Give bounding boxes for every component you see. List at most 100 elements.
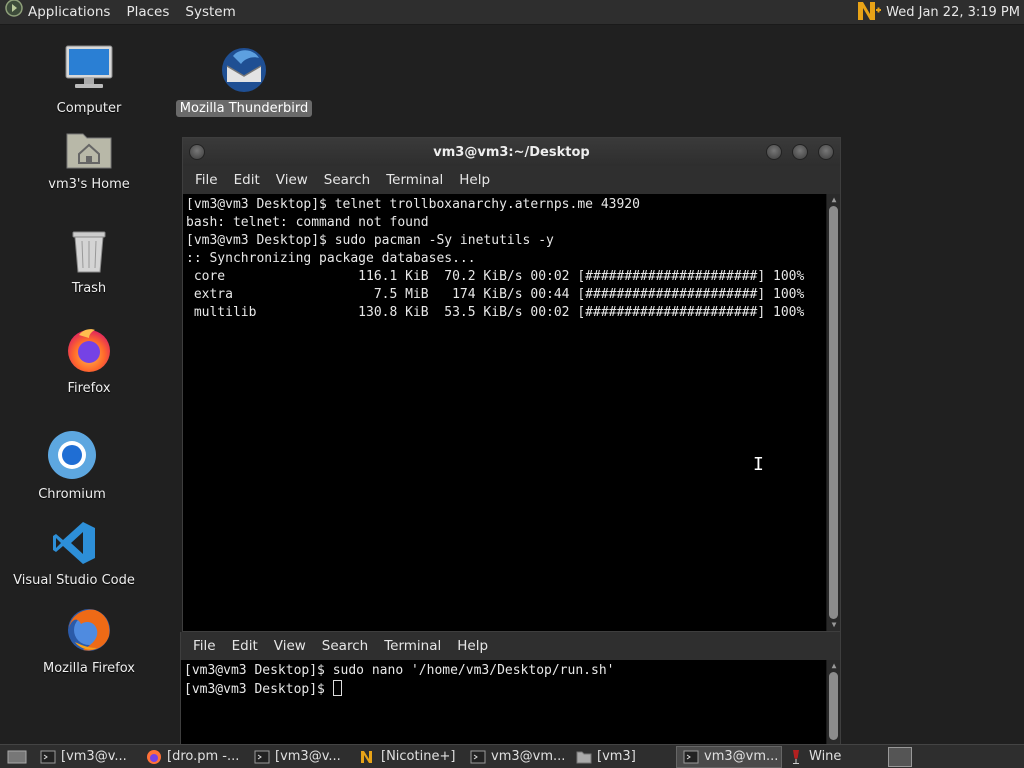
show-desktop-icon[interactable] xyxy=(0,746,34,768)
desktop-icon-trash[interactable]: Trash xyxy=(29,226,149,297)
system-menu[interactable]: System xyxy=(177,0,243,25)
applications-menu[interactable]: Applications xyxy=(0,0,118,25)
terminal-line: [vm3@vm3 Desktop]$ sudo nano '/home/vm3/… xyxy=(184,663,615,678)
task-firefox[interactable]: [dro.pm -... xyxy=(140,746,248,768)
terminal-window-second[interactable]: File Edit View Search Terminal Help [vm3… xyxy=(180,632,841,744)
titlebar[interactable]: vm3@vm3:~/Desktop xyxy=(183,138,840,166)
window-menu-icon[interactable] xyxy=(189,144,205,160)
thunderbird-icon xyxy=(219,46,269,98)
terminal-menubar: File Edit View Search Terminal Help xyxy=(183,166,840,194)
taskbar: [vm3@v... [dro.pm -... [vm3@v... [Nicoti… xyxy=(0,744,1024,768)
terminal-output[interactable]: [vm3@vm3 Desktop]$ sudo nano '/home/vm3/… xyxy=(181,660,840,744)
task-terminal-active[interactable]: vm3@vm... xyxy=(676,745,782,768)
task-label: [vm3@v... xyxy=(61,749,127,764)
top-panel: Applications Places System Wed Jan 22, 3… xyxy=(0,0,1024,25)
nicotine-tray-icon[interactable] xyxy=(856,0,882,26)
terminal-line: bash: telnet: command not found xyxy=(186,215,429,230)
menu-search[interactable]: Search xyxy=(316,172,378,188)
terminal-icon xyxy=(683,749,699,765)
workspace-switcher[interactable] xyxy=(888,746,912,767)
desktop-icon-label: vm3's Home xyxy=(48,177,130,192)
task-label: [Nicotine+] xyxy=(381,749,456,764)
task-terminal-3[interactable]: vm3@vm... xyxy=(464,746,570,768)
task-terminal-1[interactable]: [vm3@v... xyxy=(34,746,140,768)
desktop-icon-label: Computer xyxy=(56,101,122,116)
mozilla-firefox-icon xyxy=(65,606,113,658)
terminal-line: [vm3@vm3 Desktop]$ sudo pacman -Sy inetu… xyxy=(186,233,554,248)
terminal-line: extra 7.5 MiB 174 KiB/s 00:44 [#########… xyxy=(186,287,805,302)
task-label: [dro.pm -... xyxy=(167,749,240,764)
nicotine-icon xyxy=(360,749,376,765)
terminal-scrollbar[interactable]: ▲ ▼ xyxy=(826,194,840,631)
text-cursor-icon: I xyxy=(753,454,764,475)
scroll-thumb[interactable] xyxy=(829,672,838,740)
maximize-icon[interactable] xyxy=(792,144,808,160)
task-label: vm3@vm... xyxy=(704,749,779,764)
menu-file[interactable]: File xyxy=(185,638,224,654)
applications-logo-icon xyxy=(4,0,24,27)
desktop-icon-firefox[interactable]: Firefox xyxy=(29,326,149,397)
desktop-icon-label: Chromium xyxy=(38,487,106,502)
task-nicotine[interactable]: [Nicotine+] xyxy=(354,746,464,768)
desktop-icon-mozilla-firefox[interactable]: Mozilla Firefox xyxy=(29,606,149,677)
menu-terminal[interactable]: Terminal xyxy=(378,172,451,188)
menu-view[interactable]: View xyxy=(266,638,314,654)
terminal-icon xyxy=(40,749,56,765)
desktop-icon-chromium[interactable]: Chromium xyxy=(12,430,132,503)
home-folder-icon xyxy=(65,128,113,174)
task-label: [vm3@v... xyxy=(275,749,341,764)
computer-icon xyxy=(63,44,115,98)
task-label: Wine xyxy=(809,749,842,764)
desktop-icon-home[interactable]: vm3's Home xyxy=(29,128,149,193)
terminal-line: multilib 130.8 KiB 53.5 KiB/s 00:02 [###… xyxy=(186,305,805,320)
menu-help[interactable]: Help xyxy=(449,638,496,654)
menu-edit[interactable]: Edit xyxy=(226,172,268,188)
window-title: vm3@vm3:~/Desktop xyxy=(433,144,590,160)
terminal-window-main[interactable]: vm3@vm3:~/Desktop File Edit View Search … xyxy=(182,137,841,632)
terminal-scrollbar[interactable]: ▲ xyxy=(826,660,840,744)
menu-file[interactable]: File xyxy=(187,172,226,188)
places-menu[interactable]: Places xyxy=(118,0,177,25)
task-wine[interactable]: Wine xyxy=(782,746,882,768)
scroll-down-icon[interactable]: ▼ xyxy=(827,619,840,631)
text-cursor xyxy=(332,680,342,696)
vscode-icon xyxy=(51,520,97,570)
terminal-line: core 116.1 KiB 70.2 KiB/s 00:02 [#######… xyxy=(186,269,805,284)
scroll-up-icon[interactable]: ▲ xyxy=(827,660,840,672)
terminal-menubar: File Edit View Search Terminal Help xyxy=(181,632,840,660)
close-icon[interactable] xyxy=(818,144,834,160)
menu-edit[interactable]: Edit xyxy=(224,638,266,654)
terminal-output[interactable]: [vm3@vm3 Desktop]$ telnet trollboxanarch… xyxy=(183,194,840,631)
task-label: [vm3] xyxy=(597,749,636,764)
menu-view[interactable]: View xyxy=(268,172,316,188)
menu-help[interactable]: Help xyxy=(451,172,498,188)
desktop-icon-label: Visual Studio Code xyxy=(13,573,135,588)
desktop-icon-label: Mozilla Thunderbird xyxy=(175,100,313,117)
terminal-line: :: Synchronizing package databases... xyxy=(186,251,476,266)
task-folder[interactable]: [vm3] xyxy=(570,746,676,768)
firefox-icon xyxy=(65,326,113,378)
desktop-icon-computer[interactable]: Computer xyxy=(29,44,149,117)
desktop-icon-label: Firefox xyxy=(67,381,111,396)
prompt-text: [vm3@vm3 Desktop]$ xyxy=(184,682,333,697)
desktop-icon-label: Mozilla Firefox xyxy=(43,661,135,676)
task-terminal-2[interactable]: [vm3@v... xyxy=(248,746,354,768)
menu-search[interactable]: Search xyxy=(314,638,376,654)
trash-icon xyxy=(69,226,109,278)
desktop-icon-thunderbird[interactable]: Mozilla Thunderbird xyxy=(175,46,313,117)
terminal-line: [vm3@vm3 Desktop]$ xyxy=(184,680,840,699)
applications-menu-label: Applications xyxy=(28,3,111,20)
scroll-up-icon[interactable]: ▲ xyxy=(827,194,840,206)
clock[interactable]: Wed Jan 22, 3:19 PM xyxy=(886,5,1020,20)
firefox-icon xyxy=(146,749,162,765)
terminal-icon xyxy=(470,749,486,765)
folder-icon xyxy=(576,749,592,765)
menu-terminal[interactable]: Terminal xyxy=(376,638,449,654)
task-label: vm3@vm... xyxy=(491,749,566,764)
minimize-icon[interactable] xyxy=(766,144,782,160)
terminal-icon xyxy=(254,749,270,765)
desktop-icon-vscode[interactable]: Visual Studio Code xyxy=(13,520,135,589)
scroll-thumb[interactable] xyxy=(829,206,838,619)
desktop-icon-label: Trash xyxy=(71,281,107,296)
chromium-icon xyxy=(47,430,97,484)
